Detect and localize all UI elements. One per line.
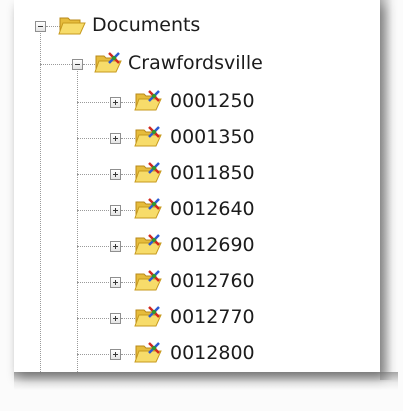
tree-node-label: 0012760 — [170, 270, 255, 292]
tree-connector — [77, 102, 111, 103]
tree-node-label: 0001250 — [170, 90, 255, 112]
expand-toggle-icon[interactable] — [110, 241, 121, 252]
linked-folder-icon — [134, 234, 162, 255]
linked-folder-icon — [134, 90, 162, 111]
tree-connector — [77, 318, 111, 319]
tree-connector — [121, 282, 135, 283]
tree-node-label: 0011850 — [170, 162, 255, 184]
folder-tree-panel: Documents Crawfordsville 0001250 0001350 0… — [14, 0, 380, 374]
panel-shadow — [380, 0, 398, 380]
tree-connector — [77, 210, 111, 211]
tree-node-label: 0012800 — [170, 342, 255, 364]
tree-connector — [121, 102, 135, 103]
tree-node-label: 0001350 — [170, 126, 255, 148]
tree-connector — [77, 282, 111, 283]
tree-connector — [77, 354, 111, 355]
collapse-toggle-icon[interactable] — [35, 21, 46, 32]
panel-shadow — [14, 372, 398, 390]
tree-connector — [77, 138, 111, 139]
linked-folder-icon — [134, 342, 162, 363]
tree-connector — [121, 354, 135, 355]
linked-folder-icon — [134, 270, 162, 291]
tree-connector — [40, 64, 72, 65]
linked-folder-icon — [134, 126, 162, 147]
window-frame: Documents Crawfordsville 0001250 0001350 0… — [0, 0, 403, 411]
tree-node-label: 0012690 — [170, 234, 255, 256]
expand-toggle-icon[interactable] — [110, 277, 121, 288]
expand-toggle-icon[interactable] — [110, 205, 121, 216]
tree-connector — [121, 246, 135, 247]
tree-connector — [121, 174, 135, 175]
tree-line-child — [77, 66, 78, 374]
tree-connector — [121, 138, 135, 139]
collapse-toggle-icon[interactable] — [72, 59, 83, 70]
linked-folder-icon — [134, 162, 162, 183]
tree-connector — [121, 318, 135, 319]
tree-node-label: Documents — [92, 14, 201, 36]
linked-folder-icon — [134, 306, 162, 327]
expand-toggle-icon[interactable] — [110, 313, 121, 324]
tree-node-label: Crawfordsville — [128, 52, 263, 74]
expand-toggle-icon[interactable] — [110, 97, 121, 108]
expand-toggle-icon[interactable] — [110, 349, 121, 360]
expand-toggle-icon[interactable] — [110, 169, 121, 180]
tree-connector — [77, 246, 111, 247]
open-folder-icon — [58, 17, 86, 35]
tree-line-root — [40, 28, 41, 374]
tree-node-label: 0012770 — [170, 306, 255, 328]
expand-toggle-icon[interactable] — [110, 133, 121, 144]
linked-folder-icon — [134, 198, 162, 219]
tree-connector — [121, 210, 135, 211]
linked-folder-icon — [94, 52, 122, 73]
tree-connector — [77, 174, 111, 175]
tree-node-label: 0012640 — [170, 198, 255, 220]
